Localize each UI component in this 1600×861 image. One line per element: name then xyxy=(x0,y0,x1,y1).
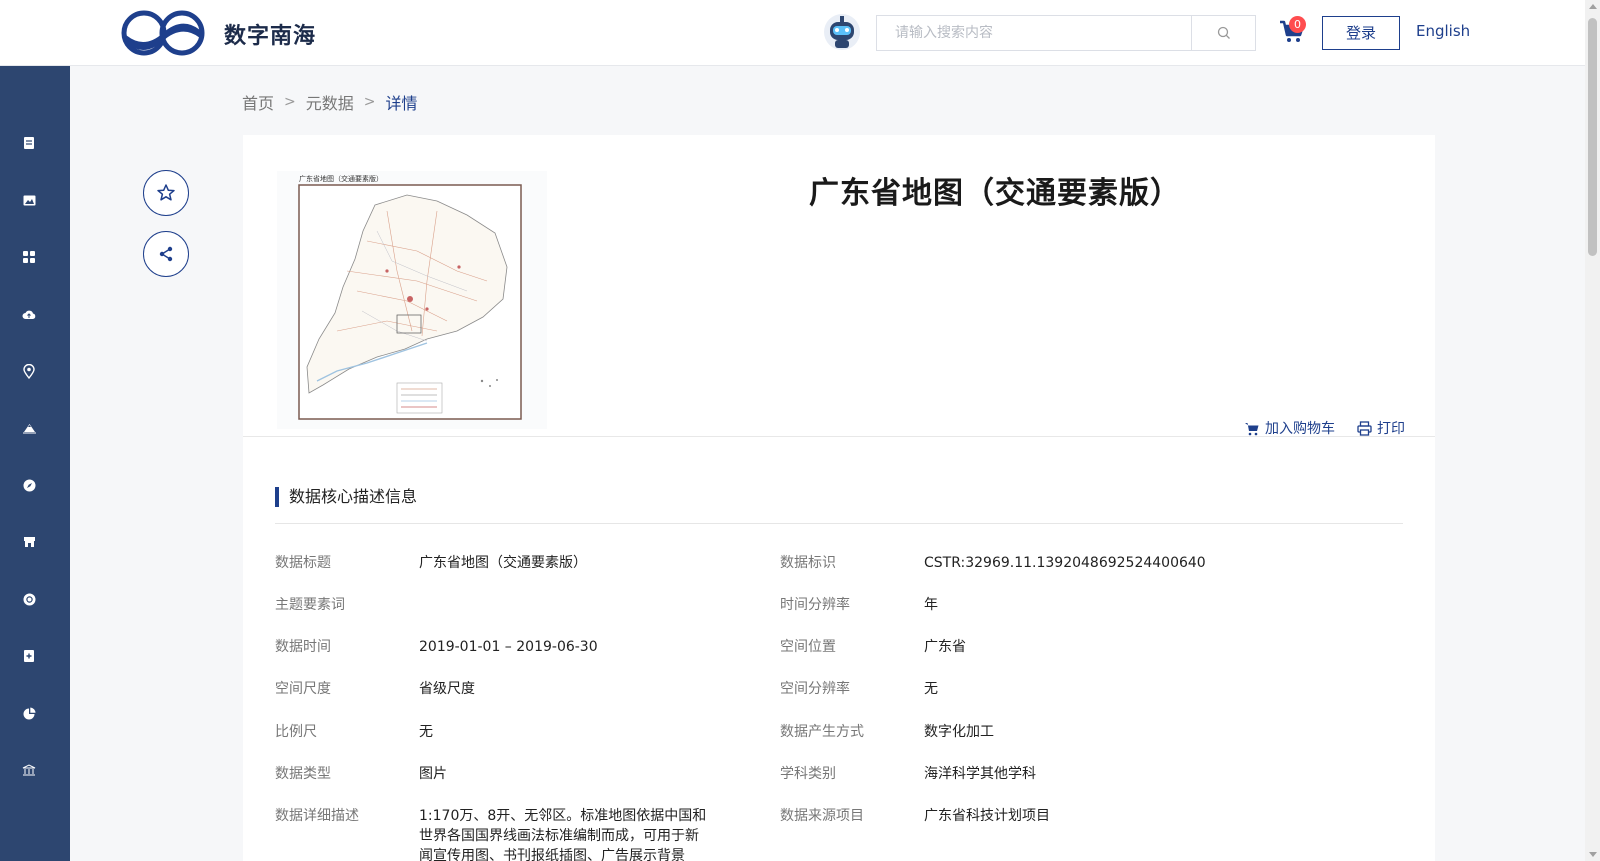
breadcrumb: 首页 > 元数据 > 详情 xyxy=(242,90,418,114)
field-label: 比例尺 xyxy=(275,724,317,740)
thumbnail-caption: 广东省地图（交通要素版） xyxy=(299,174,383,183)
add-document-icon[interactable] xyxy=(19,646,39,666)
search-icon xyxy=(1217,26,1230,39)
top-header: 数字南海 0 登录 English xyxy=(0,0,1585,66)
share-button[interactable] xyxy=(143,231,189,277)
field-value-description: 1:170万、8开、无邻区。标准地图依据中国和世界各国国界线画法标准编制而成，可… xyxy=(419,808,707,861)
compass-icon[interactable] xyxy=(19,475,39,495)
field-label: 时间分辨率 xyxy=(780,597,850,613)
section-heading: 数据核心描述信息 xyxy=(275,487,417,507)
field-label: 数据详细描述 xyxy=(275,808,359,824)
grid-icon[interactable] xyxy=(19,247,39,267)
brand-name[interactable]: 数字南海 xyxy=(224,18,316,50)
left-sidebar xyxy=(0,66,70,861)
robot-assistant-icon[interactable] xyxy=(822,12,862,54)
print-button[interactable]: 打印 xyxy=(1357,418,1405,438)
map-thumbnail-image[interactable]: 广东省地图（交通要素版） xyxy=(277,171,547,429)
printer-icon xyxy=(1357,420,1372,436)
field-label: 空间尺度 xyxy=(275,681,331,697)
search-button[interactable] xyxy=(1191,16,1255,50)
field-value: 广东省科技计划项目 xyxy=(924,808,1050,824)
field-label: 数据来源项目 xyxy=(780,808,864,824)
field-value: 数字化加工 xyxy=(924,724,994,740)
field-value: 图片 xyxy=(419,766,447,782)
add-to-cart-button[interactable]: 加入购物车 xyxy=(1244,418,1335,438)
star-icon xyxy=(157,184,175,201)
logo-icon[interactable] xyxy=(120,8,206,58)
detail-card: 广东省地图（交通要素版） 广东省地图（交通要素版） 加入购物车 打印 数据核心描… xyxy=(243,135,1435,861)
breadcrumb-metadata[interactable]: 元数据 xyxy=(306,90,354,114)
field-label: 数据时间 xyxy=(275,639,331,655)
field-label: 数据标识 xyxy=(780,555,836,571)
field-value: 广东省 xyxy=(924,639,966,655)
scroll-up-arrow-icon[interactable] xyxy=(1589,4,1597,9)
favorite-button[interactable] xyxy=(143,170,189,216)
field-value: 省级尺度 xyxy=(419,681,475,697)
dataset-title: 广东省地图（交通要素版） xyxy=(809,176,1181,211)
language-switch-link[interactable]: English xyxy=(1416,22,1470,40)
scrollbar-thumb[interactable] xyxy=(1588,18,1597,256)
breadcrumb-current: 详情 xyxy=(385,94,418,113)
field-value: 无 xyxy=(419,724,433,740)
terrain-icon[interactable] xyxy=(19,418,39,438)
field-value: 广东省地图（交通要素版） xyxy=(419,555,587,571)
search-box xyxy=(876,15,1256,51)
login-button[interactable]: 登录 xyxy=(1322,16,1400,50)
breadcrumb-home[interactable]: 首页 xyxy=(242,90,274,114)
divider xyxy=(275,523,1403,524)
location-pin-icon[interactable] xyxy=(19,361,39,381)
action-bar: 加入购物车 打印 xyxy=(1244,418,1405,438)
cart-icon xyxy=(1245,422,1259,435)
cloud-upload-icon[interactable] xyxy=(19,304,39,324)
chevron-right-icon: > xyxy=(284,94,296,110)
field-value: 海洋科学其他学科 xyxy=(924,766,1036,782)
field-label: 数据类型 xyxy=(275,766,331,782)
chevron-right-icon: > xyxy=(363,94,376,110)
divider xyxy=(243,436,1435,437)
image-icon[interactable] xyxy=(19,190,39,210)
store-icon[interactable] xyxy=(19,532,39,552)
field-value: CSTR:32969.11.1392048692524400640 xyxy=(924,555,1206,571)
field-value: 年 xyxy=(924,597,938,613)
print-label: 打印 xyxy=(1377,421,1405,437)
field-label: 空间分辨率 xyxy=(780,681,850,697)
field-value: 无 xyxy=(924,681,938,697)
add-to-cart-label: 加入购物车 xyxy=(1265,421,1335,437)
scroll-down-arrow-icon[interactable] xyxy=(1589,852,1597,857)
field-label: 数据产生方式 xyxy=(780,724,864,740)
field-label: 数据标题 xyxy=(275,555,331,571)
field-label: 主题要素词 xyxy=(275,597,345,613)
search-input[interactable] xyxy=(877,16,1192,50)
cart-count-badge: 0 xyxy=(1289,16,1306,33)
globe-icon[interactable] xyxy=(19,589,39,609)
field-value: 2019-01-01 – 2019-06-30 xyxy=(419,639,598,655)
field-label: 空间位置 xyxy=(780,639,836,655)
vertical-scrollbar[interactable] xyxy=(1585,0,1600,861)
library-icon[interactable] xyxy=(19,760,39,780)
pie-chart-icon[interactable] xyxy=(19,703,39,723)
document-icon[interactable] xyxy=(19,133,39,153)
share-icon xyxy=(159,246,173,262)
field-label: 学科类别 xyxy=(780,766,836,782)
